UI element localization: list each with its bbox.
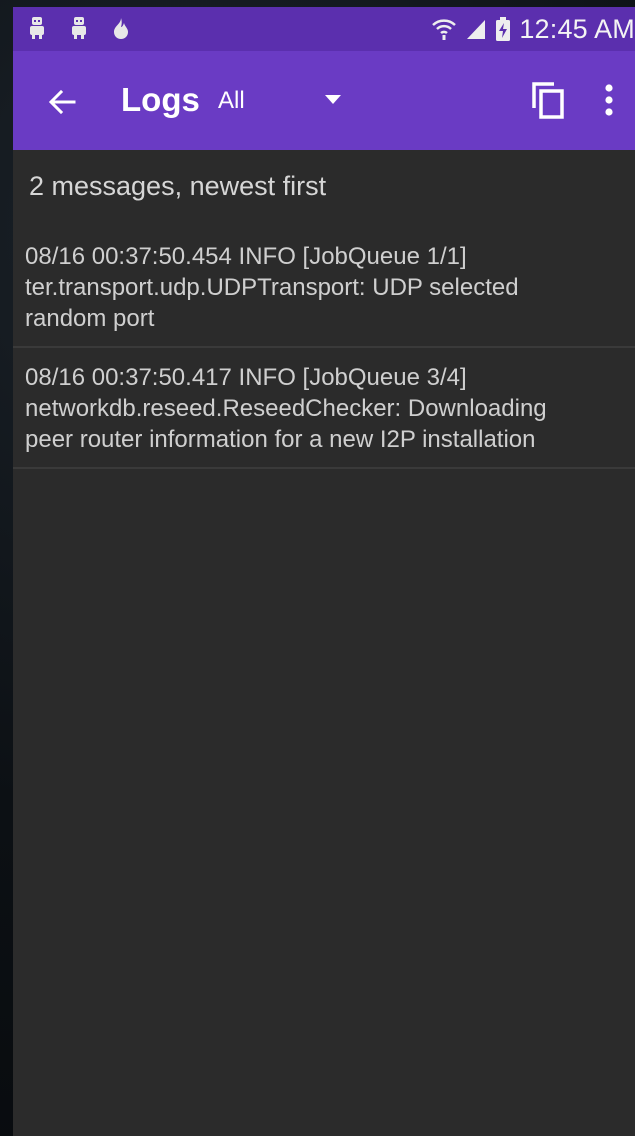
robot-icon [72,17,86,39]
flame-icon [114,18,128,39]
robot-icon [30,17,44,39]
log-message: ter.transport.udp.UDPTransport: UDP sele… [25,274,519,301]
wifi-icon [432,19,457,40]
notification-icons [27,16,131,40]
app-bar: Logs All [13,51,635,150]
phone-screen: 12:45 AM Logs All 2 messages, newest fir… [13,7,635,1136]
status-bar: 12:45 AM [13,7,635,51]
status-time: 12:45 AM [519,13,635,44]
log-entry[interactable]: 08/16 00:37:50.417 INFO [JobQueue 3/4] n… [13,348,635,469]
log-header: 08/16 00:37:50.454 INFO [JobQueue 1/1] [25,243,467,270]
log-header: 08/16 00:37:50.417 INFO [JobQueue 3/4] [25,364,467,391]
more-options-button[interactable] [593,77,625,123]
dropdown-arrow-icon [325,95,341,104]
battery-icon [496,17,511,41]
log-message: peer router information for a new I2P in… [25,426,536,453]
message-count: 2 messages, newest first [29,171,327,201]
log-message: random port [25,305,155,332]
arrow-back-icon [48,89,76,115]
dropdown-selected-value: All [218,87,245,114]
log-message: networkdb.reseed.ReseedChecker: Download… [25,395,547,422]
log-list: 08/16 00:37:50.454 INFO [JobQueue 1/1] t… [13,231,635,469]
copy-button[interactable] [525,77,571,123]
device-frame: 12:45 AM Logs All 2 messages, newest fir… [0,0,635,1136]
log-level-dropdown[interactable]: All [218,81,358,121]
more-vert-icon [605,84,613,116]
system-status: 12:45 AM [431,13,635,45]
page-title: Logs [121,81,200,118]
signal-icon [467,20,486,39]
back-button[interactable] [39,79,85,125]
log-entry[interactable]: 08/16 00:37:50.454 INFO [JobQueue 1/1] t… [13,231,635,348]
copy-icon [532,82,564,119]
